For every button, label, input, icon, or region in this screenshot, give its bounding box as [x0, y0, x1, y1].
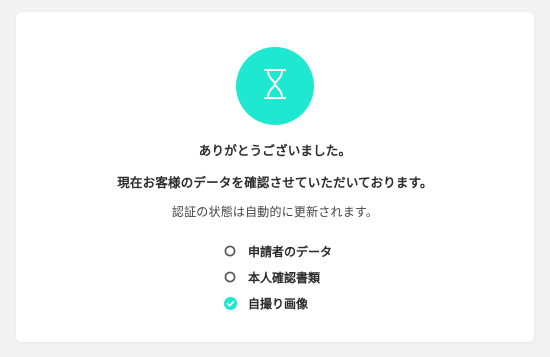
thank-you-message: ありがとうございました。: [198, 143, 352, 158]
status-item-selfie: 自撮り画像: [223, 290, 383, 316]
status-label: 本人確認書類: [248, 270, 321, 285]
status-item-applicant-data: 申請者のデータ: [223, 238, 383, 264]
verification-card: ありがとうございました。 現在お客様のデータを確認させていただいております。 認…: [16, 12, 534, 342]
circle-outline-icon: [223, 244, 237, 258]
verification-status-list: 申請者のデータ 本人確認書類 自撮り画像: [223, 238, 383, 316]
status-item-id-document: 本人確認書類: [223, 264, 383, 290]
auto-update-note: 認証の状態は自動的に更新されます。: [171, 205, 379, 219]
check-circle-icon: [223, 296, 237, 310]
circle-outline-icon: [223, 270, 237, 284]
status-label: 自撮り画像: [248, 296, 309, 311]
confirming-message: 現在お客様のデータを確認させていただいております。: [117, 175, 433, 190]
hourglass-icon: [260, 67, 290, 105]
status-label: 申請者のデータ: [248, 244, 333, 259]
hourglass-badge: [236, 47, 314, 125]
